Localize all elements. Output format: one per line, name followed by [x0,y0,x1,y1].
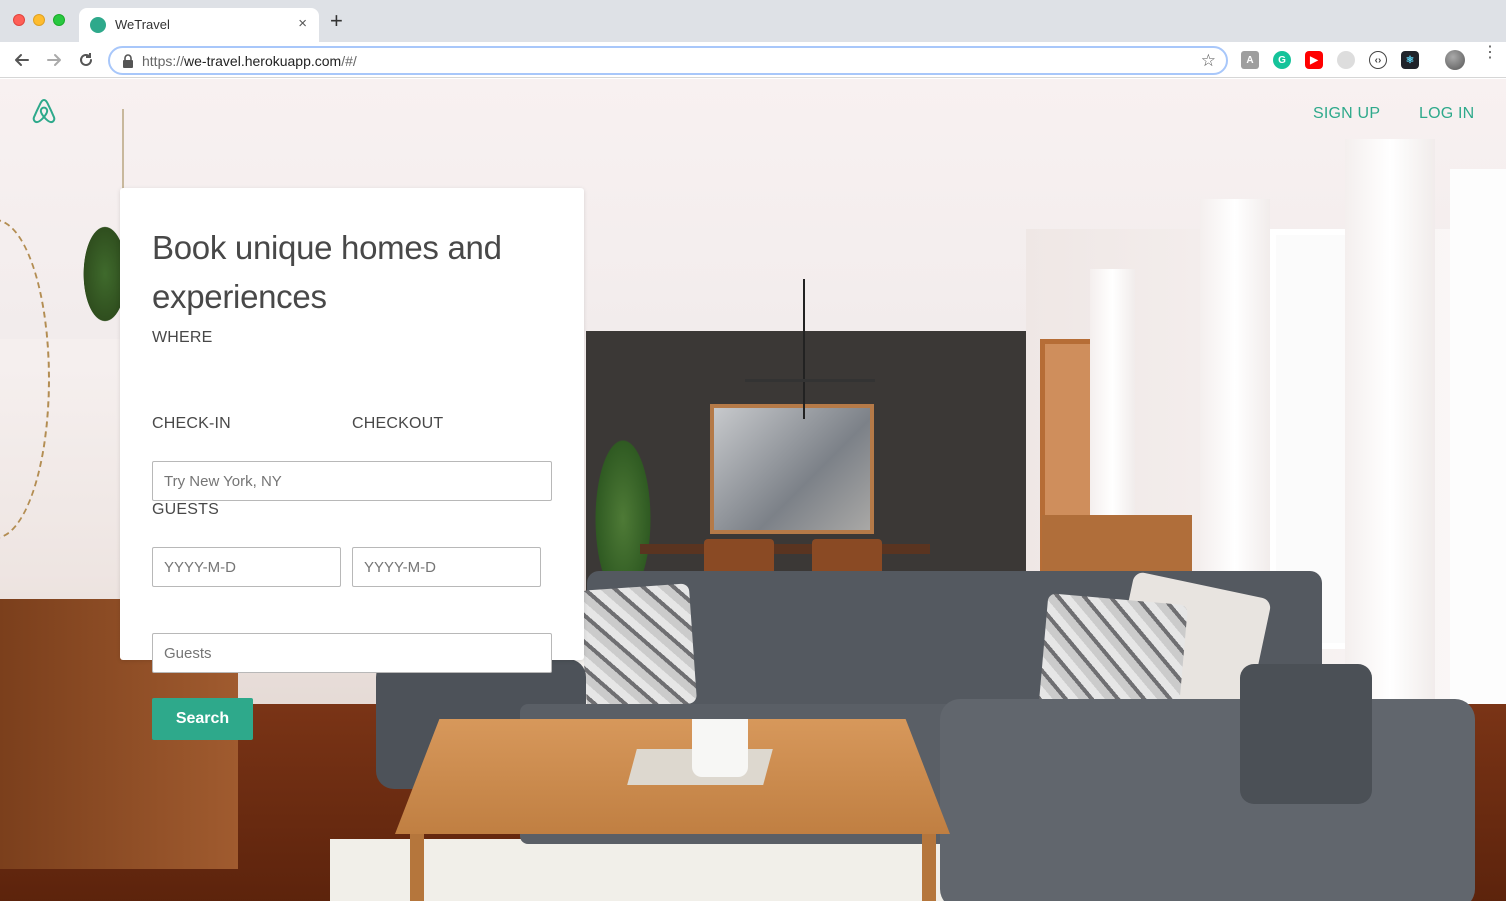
signup-link[interactable]: SIGN UP [1313,105,1380,123]
code-extension-icon[interactable]: ‹› [1369,51,1387,69]
page-viewport: SIGN UP LOG IN Book unique homes and exp… [0,79,1506,901]
guests-label: GUESTS [152,501,219,518]
checkout-label: CHECKOUT [352,415,444,432]
address-bar[interactable]: https://we-travel.herokuapp.com/#/ ☆ [108,46,1228,75]
bookmark-star-icon[interactable]: ☆ [1201,51,1216,71]
lock-icon [123,54,133,68]
react-devtools-icon[interactable]: ⚛ [1401,51,1419,69]
close-window-button[interactable] [13,14,25,26]
url-scheme: https:// [142,53,185,69]
search-card: Book unique homes and experiences WHERE … [120,188,584,740]
pdf-extension-icon[interactable]: A [1241,51,1259,69]
cookie-extension-icon[interactable] [1337,51,1355,69]
reload-button[interactable] [74,48,98,72]
airbnb-favicon-icon [90,17,106,33]
checkout-input[interactable] [352,547,541,587]
browser-menu-icon[interactable]: ⋮ [1482,45,1498,61]
url-host: we-travel.herokuapp.com [184,53,342,69]
checkin-label: CHECK-IN [152,415,231,432]
arrow-right-icon [47,54,61,66]
browser-tab-active[interactable]: WeTravel × [79,8,319,42]
maximize-window-button[interactable] [53,14,65,26]
login-link[interactable]: LOG IN [1419,105,1474,123]
forward-button[interactable] [42,48,66,72]
tab-close-icon[interactable]: × [298,15,307,32]
guests-input[interactable] [152,633,552,673]
tab-title: WeTravel [115,17,170,32]
page-title: Book unique homes and experiences [152,229,502,315]
url-text[interactable]: https://we-travel.herokuapp.com/#/ [142,53,357,69]
new-tab-button[interactable]: + [330,10,343,32]
back-button[interactable] [10,48,34,72]
youtube-icon[interactable]: ▶ [1305,51,1323,69]
arrow-left-icon [15,54,29,66]
grammarly-icon[interactable]: G [1273,51,1291,69]
browser-toolbar: https://we-travel.herokuapp.com/#/ ☆ A G… [0,42,1506,78]
reload-icon [80,53,92,66]
url-path: /#/ [341,53,357,69]
airbnb-logo-icon[interactable] [29,97,59,127]
checkin-input[interactable] [152,547,341,587]
where-label: WHERE [152,329,213,346]
browser-tab-bar: WeTravel × + [0,0,1506,42]
profile-avatar[interactable] [1445,50,1465,70]
minimize-window-button[interactable] [33,14,45,26]
where-input[interactable] [152,461,552,501]
search-button[interactable]: Search [152,698,253,740]
